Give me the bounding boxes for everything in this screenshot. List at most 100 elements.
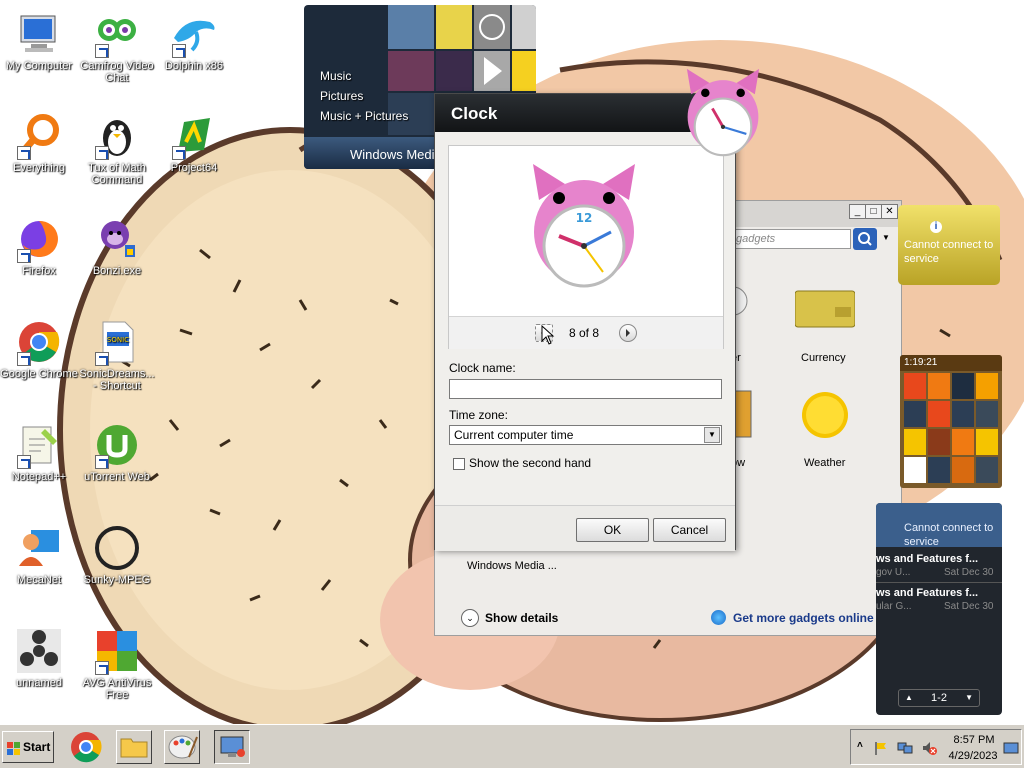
media-item-music-pictures[interactable]: Music + Pictures — [320, 109, 408, 123]
puzzle-tiles[interactable] — [900, 371, 1002, 488]
avg-antivirus-icon — [93, 627, 141, 675]
shortcut-arrow-icon — [95, 352, 109, 366]
taskbar-chrome-button[interactable] — [68, 730, 104, 764]
feed-headlines-gadget[interactable]: Cannot connect to service ws and Feature… — [876, 503, 1002, 715]
desktop-icon-label: Dolphin x86 — [164, 60, 224, 72]
desktop-icon-notepadpp[interactable]: Notepad++ — [0, 421, 78, 483]
desktop-icon-label: SonicDreams... - Shortcut — [79, 368, 155, 392]
desktop-icon-sunky-mpeg[interactable]: Sunky-MPEG — [78, 524, 156, 586]
selected-gadget-name: Windows Media ... — [467, 560, 557, 572]
currency-gadget[interactable]: i Cannot connect to service — [898, 205, 1000, 285]
desktop-icon-label: Tux of Math Command — [88, 162, 146, 186]
clock-name-label: Clock name: — [449, 361, 516, 375]
shortcut-arrow-icon — [95, 661, 109, 675]
gadget-tile-currency[interactable] — [794, 289, 856, 332]
feed-item[interactable]: ws and Features f... ular G... Sat Dec 3… — [876, 583, 1002, 617]
pink-clock-gadget[interactable] — [680, 66, 766, 158]
chevron-up-icon[interactable]: ▲ — [905, 690, 913, 706]
desktop-icon-label: Notepad++ — [11, 471, 67, 483]
mecanet-user-icon — [15, 524, 63, 572]
desktop-icon-project64[interactable]: Project64 — [155, 112, 233, 174]
second-hand-checkbox[interactable] — [453, 458, 465, 470]
bonzi-gorilla-icon — [93, 215, 141, 263]
desktop-icon-label: My Computer — [5, 60, 73, 72]
dropdown-arrow-icon[interactable]: ▼ — [704, 427, 720, 443]
feed-item[interactable]: ws and Features f... gov U... Sat Dec 30 — [876, 549, 1002, 583]
desktop-icon-everything[interactable]: Everything — [0, 112, 78, 174]
shortcut-arrow-icon — [95, 146, 109, 160]
gadget-pager: 8 of 8 — [449, 316, 723, 349]
minimize-button[interactable]: _ — [849, 204, 866, 219]
close-button[interactable]: ✕ — [881, 204, 898, 219]
search-dropdown-arrow-icon[interactable]: ▼ — [882, 233, 890, 242]
get-more-gadgets-link[interactable]: Get more gadgets online — [733, 611, 874, 625]
chevron-down-icon[interactable]: ⌄ — [461, 609, 479, 627]
second-hand-label[interactable]: Show the second hand — [469, 456, 591, 470]
clock-preview: 12 8 of 8 — [448, 145, 724, 349]
gallery-search-input[interactable]: gadgets — [731, 229, 851, 249]
mouse-cursor-icon — [541, 325, 555, 345]
tray-clock-date[interactable]: 4/29/2023 — [945, 750, 1001, 762]
desktop-icon-bonzi[interactable]: Bonzi.exe — [78, 215, 156, 277]
desktop-icon-utorrent[interactable]: uTorrent Web — [78, 421, 156, 483]
volume-muted-icon[interactable] — [921, 740, 937, 756]
start-label: Start — [23, 740, 51, 754]
desktop-icon-tux-math[interactable]: Tux of Math Command — [78, 112, 156, 186]
clock-name-input[interactable] — [449, 379, 722, 399]
show-hidden-icons-icon[interactable]: ˄ — [857, 740, 863, 751]
shortcut-arrow-icon — [95, 455, 109, 469]
start-button[interactable]: Start — [2, 731, 54, 763]
taskbar-control-panel-button[interactable] — [214, 730, 250, 764]
ok-button[interactable]: OK — [576, 518, 649, 542]
desktop-icon-label: Project64 — [170, 162, 218, 174]
chevron-down-icon[interactable]: ▼ — [965, 690, 973, 706]
taskbar: Start ˄ 8:57 PM 4/29/2023 — [0, 724, 1024, 768]
fidget-spinner-icon — [15, 627, 63, 675]
time-zone-select[interactable]: Current computer time ▼ — [449, 425, 722, 445]
desktop-icon-dolphin[interactable]: Dolphin x86 — [155, 10, 233, 72]
dolphin-icon — [170, 10, 218, 58]
taskbar-paint-button[interactable] — [164, 730, 200, 764]
desktop-icon-firefox[interactable]: Firefox — [0, 215, 78, 277]
chrome-icon — [15, 318, 63, 366]
feed-item-date: Sat Dec 30 — [944, 567, 994, 578]
desktop-icon-sonicdreams[interactable]: SONIC SonicDreams... - Shortcut — [78, 318, 156, 392]
shortcut-arrow-icon — [172, 44, 186, 58]
action-center-flag-icon[interactable] — [873, 740, 889, 756]
desktop-icon-mecanet[interactable]: MecaNet — [0, 524, 78, 586]
desktop-icon-chrome[interactable]: Google Chrome — [0, 318, 78, 380]
desktop-icon-camfrog[interactable]: Camfrog Video Chat — [78, 10, 156, 84]
notepadpp-icon — [15, 421, 63, 469]
gadget-tile-weather[interactable] — [801, 391, 849, 442]
desktop-icon-label: AVG AntiVirus Free — [82, 677, 152, 701]
desktop-icon-label: Bonzi.exe — [92, 265, 142, 277]
cancel-button[interactable]: Cancel — [653, 518, 726, 542]
picture-puzzle-gadget[interactable]: 1:19:21 — [900, 355, 1002, 488]
media-item-music[interactable]: Music — [320, 69, 351, 83]
tray-clock-time[interactable]: 8:57 PM — [951, 734, 997, 746]
search-button[interactable] — [853, 228, 877, 250]
media-item-pictures[interactable]: Pictures — [320, 89, 363, 103]
desktop-icon-label: Everything — [13, 162, 65, 174]
taskbar-explorer-button[interactable] — [116, 730, 152, 764]
chevron-right-icon — [626, 329, 630, 337]
feed-pager[interactable]: ▲ 1-2 ▼ — [898, 689, 980, 707]
feed-item-source: ular G... — [876, 601, 912, 612]
maximize-button[interactable]: □ — [865, 204, 882, 219]
desktop-icon-my-computer[interactable]: My Computer — [0, 10, 78, 72]
currency-error-text: Cannot connect to service — [904, 239, 994, 265]
show-details-link[interactable]: Show details — [485, 611, 558, 625]
shortcut-arrow-icon — [95, 44, 109, 58]
paint-palette-icon — [168, 735, 198, 759]
clock-settings-dialog[interactable]: Clock 12 8 of 8 Clock name: Time zone: C… — [434, 93, 736, 551]
network-icon[interactable] — [897, 740, 913, 756]
next-button[interactable] — [619, 324, 637, 342]
desktop-icon-avg[interactable]: AVG AntiVirus Free — [78, 627, 156, 701]
gadget-tile-slideshow[interactable] — [734, 389, 753, 442]
time-zone-value: Current computer time — [454, 428, 574, 442]
desktop-icon-unnamed[interactable]: unnamed — [0, 627, 78, 689]
desktop-icon-label: Camfrog Video Chat — [80, 60, 154, 84]
show-desktop-icon[interactable] — [1003, 742, 1019, 754]
desktop-icon-label: unnamed — [16, 677, 62, 689]
tux-penguin-icon — [93, 112, 141, 160]
